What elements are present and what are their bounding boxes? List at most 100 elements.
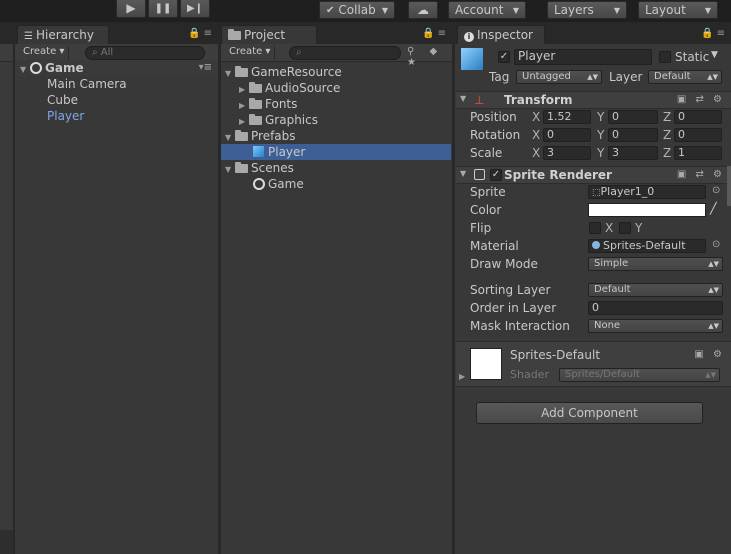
eyedropper-icon[interactable]: ╱ bbox=[710, 202, 717, 215]
flip-y-checkbox[interactable] bbox=[619, 222, 631, 234]
sprite-renderer-header[interactable]: ▼ ✓ Sprite Renderer ▣ ⇄ ⚙ bbox=[456, 166, 731, 184]
scene-row[interactable]: ▼ Game ▾≡ bbox=[15, 60, 218, 76]
expand-arrow-icon[interactable]: ▼ bbox=[20, 62, 30, 78]
panel-lock-icon[interactable]: 🔒 ≡ bbox=[422, 28, 446, 39]
pause-button[interactable]: ❚❚ bbox=[148, 0, 178, 18]
collab-button[interactable]: ✔ Collab ▼ bbox=[319, 1, 395, 19]
shader-dropdown[interactable]: Sprites/Default ▲▼ bbox=[559, 368, 720, 382]
hierarchy-search-input[interactable]: ⌕ All bbox=[85, 46, 205, 60]
layer-label: Layer bbox=[609, 70, 643, 84]
scene-subbar bbox=[0, 44, 13, 62]
scene-menu-icon[interactable]: ▾≡ bbox=[199, 60, 212, 76]
layer-value: Default bbox=[654, 71, 691, 82]
flip-x-label: X bbox=[605, 221, 614, 235]
account-dropdown[interactable]: Account ▼ bbox=[448, 1, 526, 19]
panel-lock-icon[interactable]: 🔒 ≡ bbox=[701, 28, 725, 39]
tab-inspector[interactable]: i Inspector bbox=[457, 25, 545, 44]
folder-icon bbox=[249, 114, 262, 125]
layers-dropdown[interactable]: Layers ▼ bbox=[547, 1, 627, 19]
layer-dropdown[interactable]: Default ▲▼ bbox=[648, 70, 722, 84]
sprite-renderer-enabled-checkbox[interactable]: ✓ bbox=[490, 169, 502, 181]
position-x-field[interactable]: 1.52 bbox=[543, 110, 591, 124]
inspector-scrollbar[interactable] bbox=[727, 166, 731, 206]
project-folder-gameresource[interactable]: ▼ GameResource bbox=[225, 64, 342, 80]
expand-arrow-icon[interactable]: ▶ bbox=[459, 372, 465, 381]
axis-y-label: Y bbox=[597, 146, 605, 160]
project-folder-audiosource[interactable]: ▶ AudioSource bbox=[239, 80, 340, 96]
folder-label: Graphics bbox=[265, 113, 318, 127]
component-settings-icons[interactable]: ▣ ⚙ bbox=[694, 349, 725, 360]
dropdown-arrow-icon: ▲▼ bbox=[705, 371, 716, 379]
transform-header[interactable]: ▼ ⊥ Transform ▣ ⇄ ⚙ bbox=[456, 91, 731, 109]
draw-mode-dropdown[interactable]: Simple ▲▼ bbox=[588, 257, 723, 271]
check-icon: ✔ bbox=[326, 4, 335, 16]
folder-icon bbox=[249, 82, 262, 93]
position-y-field[interactable]: 0 bbox=[608, 110, 658, 124]
object-picker-icon[interactable]: ⊙ bbox=[712, 185, 720, 196]
flip-x-checkbox[interactable] bbox=[589, 222, 601, 234]
project-scene-game[interactable]: Game bbox=[253, 176, 304, 192]
project-create-button[interactable]: Create ▾ bbox=[225, 46, 276, 60]
play-button[interactable]: ▶ bbox=[116, 0, 146, 18]
mask-interaction-dropdown[interactable]: None ▲▼ bbox=[588, 319, 723, 333]
expand-arrow-icon[interactable]: ▼ bbox=[225, 66, 235, 82]
axis-y-label: Y bbox=[597, 128, 605, 142]
material-preview-name: Sprites-Default bbox=[510, 348, 601, 362]
color-swatch[interactable] bbox=[588, 203, 706, 217]
draw-mode-label: Draw Mode bbox=[470, 257, 538, 271]
component-settings-icons[interactable]: ▣ ⇄ ⚙ bbox=[677, 169, 725, 180]
tag-dropdown[interactable]: Untagged ▲▼ bbox=[516, 70, 602, 84]
list-icon: ☰ bbox=[24, 31, 33, 42]
dropdown-arrow-icon: ▲▼ bbox=[708, 322, 719, 330]
filter-icons[interactable]: ⚲ ◆ ★ bbox=[407, 46, 452, 68]
hierarchy-create-button[interactable]: Create ▾ bbox=[19, 46, 70, 60]
collab-label: Collab bbox=[338, 3, 376, 17]
rotation-z-field[interactable]: 0 bbox=[674, 128, 722, 142]
panel-lock-icon[interactable]: 🔒 ≡ bbox=[188, 28, 212, 39]
project-folder-prefabs[interactable]: ▼ Prefabs bbox=[225, 128, 296, 144]
project-folder-fonts[interactable]: ▶ Fonts bbox=[239, 96, 297, 112]
expand-arrow-icon[interactable]: ▼ bbox=[225, 162, 235, 178]
flip-y-label: Y bbox=[635, 221, 643, 235]
static-checkbox[interactable] bbox=[659, 51, 671, 63]
scale-y-field[interactable]: 3 bbox=[608, 146, 658, 160]
scale-z-field[interactable]: 1 bbox=[674, 146, 722, 160]
material-object-field[interactable]: Sprites-Default bbox=[588, 239, 706, 253]
account-label: Account bbox=[455, 3, 504, 17]
project-folder-scenes[interactable]: ▼ Scenes bbox=[225, 160, 294, 176]
hierarchy-item-main-camera[interactable]: Main Camera bbox=[47, 76, 127, 92]
cloud-button[interactable]: ☁ bbox=[408, 1, 438, 19]
add-component-button[interactable]: Add Component bbox=[476, 402, 703, 424]
rotation-y-field[interactable]: 0 bbox=[608, 128, 658, 142]
scale-x-field[interactable]: 3 bbox=[543, 146, 591, 160]
active-checkbox[interactable]: ✓ bbox=[498, 51, 510, 63]
static-label: Static bbox=[675, 50, 710, 64]
dropdown-arrow-icon: ▲▼ bbox=[708, 286, 719, 294]
tab-project[interactable]: Project bbox=[221, 25, 317, 44]
project-prefab-player[interactable]: Player bbox=[221, 144, 451, 160]
project-folder-graphics[interactable]: ▶ Graphics bbox=[239, 112, 318, 128]
collapse-arrow-icon[interactable]: ▼ bbox=[460, 169, 466, 178]
sorting-layer-dropdown[interactable]: Default ▲▼ bbox=[588, 283, 723, 297]
rotation-x-field[interactable]: 0 bbox=[543, 128, 591, 142]
object-name-field[interactable]: Player bbox=[514, 49, 652, 65]
tab-hierarchy[interactable]: ☰ Hierarchy bbox=[17, 25, 109, 44]
scale-label: Scale bbox=[470, 146, 503, 160]
hierarchy-item-player[interactable]: Player bbox=[47, 108, 84, 124]
axis-z-label: Z bbox=[663, 110, 672, 124]
collapse-arrow-icon[interactable]: ▼ bbox=[460, 94, 466, 103]
sprite-object-field[interactable]: ⬚Player1_0 bbox=[588, 185, 706, 199]
static-dropdown-icon[interactable]: ▼ bbox=[711, 50, 718, 60]
step-button[interactable]: ▶❙ bbox=[180, 0, 210, 18]
hierarchy-item-cube[interactable]: Cube bbox=[47, 92, 78, 108]
search-icon: ⌕ bbox=[92, 47, 98, 58]
project-search-input[interactable]: ⌕ bbox=[289, 46, 401, 60]
order-in-layer-field[interactable]: 0 bbox=[588, 301, 723, 315]
position-z-field[interactable]: 0 bbox=[674, 110, 722, 124]
prefab-label: Player bbox=[268, 145, 306, 159]
mask-interaction-value: None bbox=[594, 320, 621, 331]
object-picker-icon[interactable]: ⊙ bbox=[712, 239, 720, 250]
component-settings-icons[interactable]: ▣ ⇄ ⚙ bbox=[677, 94, 725, 105]
layout-dropdown[interactable]: Layout ▼ bbox=[638, 1, 718, 19]
dropdown-arrow-icon: ▲▼ bbox=[707, 73, 718, 81]
